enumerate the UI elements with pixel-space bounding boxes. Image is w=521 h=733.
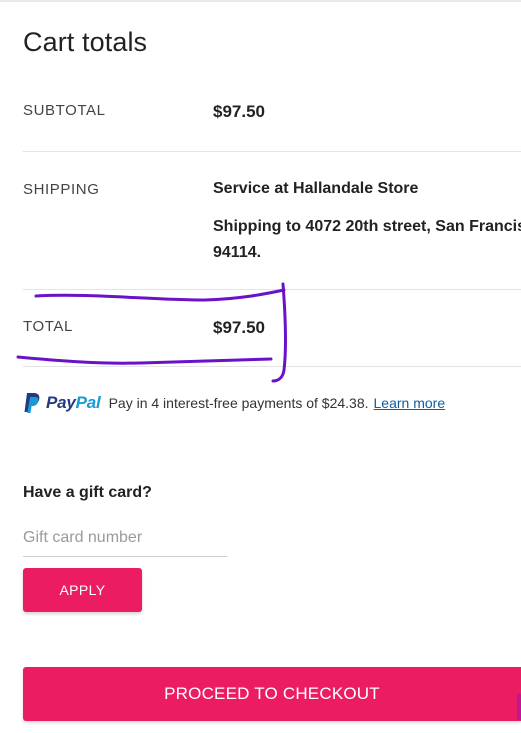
shipping-label: SHIPPING — [23, 181, 100, 198]
paypal-wordmark-pay: Pay — [46, 393, 76, 412]
total-label: TOTAL — [23, 318, 73, 335]
apply-gift-card-button[interactable]: APPLY — [23, 568, 142, 612]
paypal-wordmark-pal: Pal — [75, 393, 101, 412]
learn-more-link[interactable]: Learn more — [374, 395, 446, 411]
subtotal-label: SUBTOTAL — [23, 102, 106, 119]
gift-card-number-input[interactable] — [23, 520, 227, 557]
total-row: TOTAL $97.50 — [23, 313, 521, 367]
paypal-pay-later-message: PayPal Pay in 4 interest-free payments o… — [23, 392, 445, 414]
subtotal-value: $97.50 — [213, 102, 265, 121]
shipping-method: Service at Hallandale Store — [213, 180, 419, 197]
total-value: $97.50 — [213, 318, 265, 337]
paypal-logo-icon — [24, 393, 40, 413]
annotation-top-stroke — [34, 288, 286, 302]
subtotal-row: SUBTOTAL $97.50 — [23, 97, 521, 152]
paypal-installment-text: Pay in 4 interest-free payments of $24.3… — [108, 395, 369, 411]
cart-page: Cart totals SUBTOTAL $97.50 SHIPPING Ser… — [0, 0, 521, 733]
proceed-to-checkout-button[interactable]: PROCEED TO CHECKOUT — [23, 667, 521, 721]
page-title: Cart totals — [23, 27, 148, 57]
shipping-destination: Shipping to 4072 20th street, San Franci… — [213, 218, 521, 261]
scroll-edge-marker — [517, 694, 521, 720]
gift-card-heading: Have a gift card? — [23, 484, 152, 501]
shipping-row: SHIPPING Service at Hallandale Store Shi… — [23, 176, 521, 290]
paypal-wordmark: PayPal — [46, 393, 101, 413]
top-divider — [0, 0, 521, 2]
